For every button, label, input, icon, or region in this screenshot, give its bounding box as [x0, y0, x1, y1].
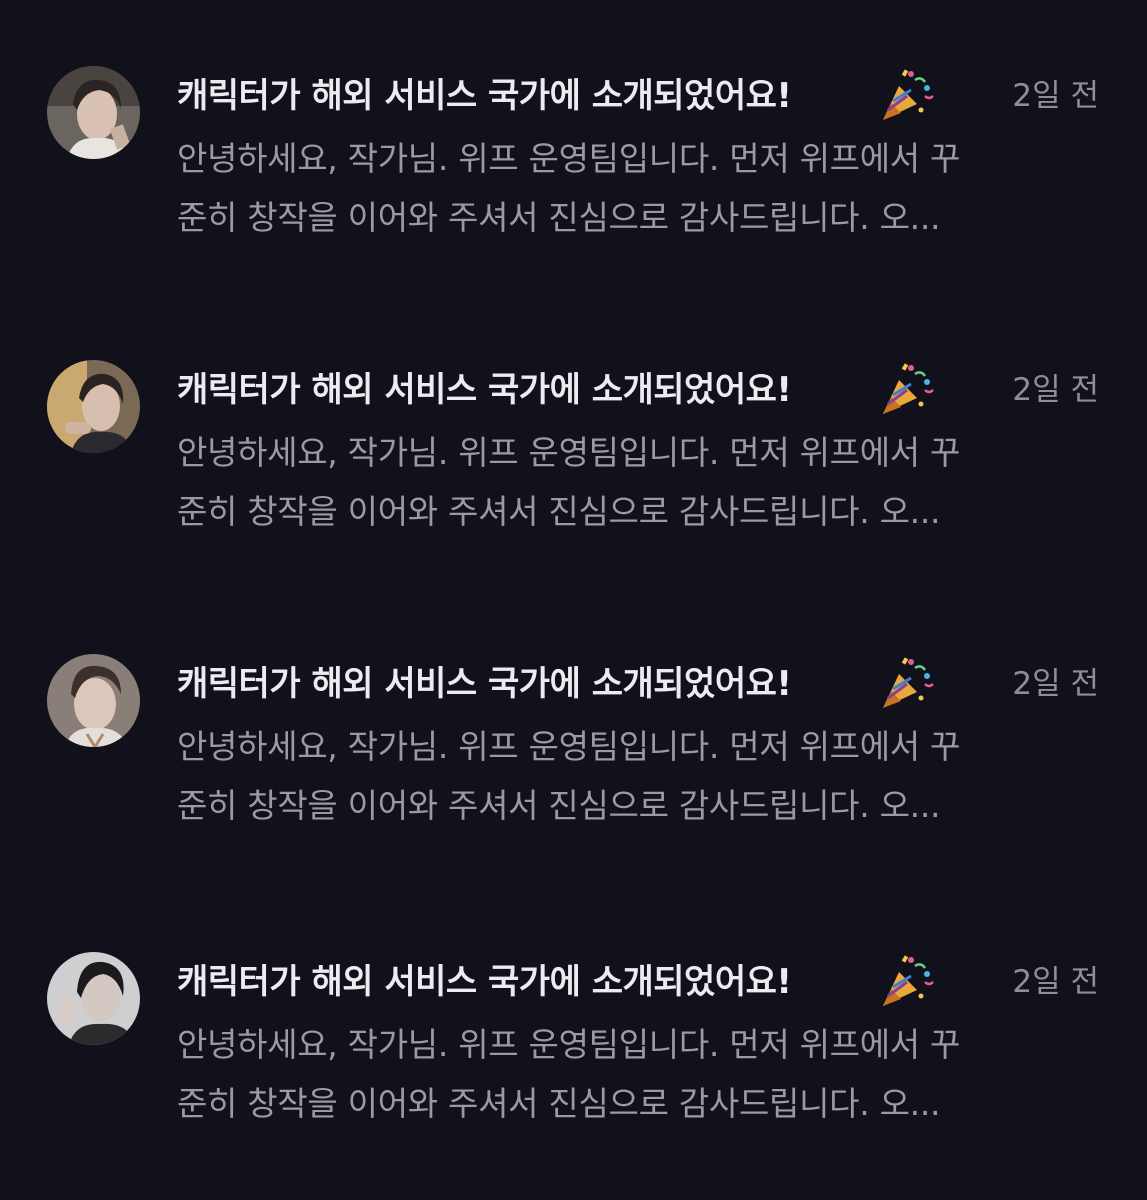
character-avatar-icon	[47, 654, 140, 747]
notification-preview: 안녕하세요, 작가님. 위프 운영팀입니다. 먼저 위프에서 꾸 준히 창작을 …	[177, 717, 1092, 835]
notification-item[interactable]: 캐릭터가 해외 서비스 국가에 소개되었어요! 2일 전 안녕하세요, 작가님.…	[0, 952, 1147, 1152]
avatar	[47, 66, 140, 159]
notification-preview: 안녕하세요, 작가님. 위프 운영팀입니다. 먼저 위프에서 꾸 준히 창작을 …	[177, 423, 1092, 541]
preview-line: 안녕하세요, 작가님. 위프 운영팀입니다. 먼저 위프에서 꾸	[177, 1025, 961, 1064]
notification-title: 캐릭터가 해외 서비스 국가에 소개되었어요!	[177, 370, 792, 410]
preview-line: 준히 창작을 이어와 주셔서 진심으로 감사드립니다. 오...	[177, 786, 941, 825]
timestamp: 2일 전	[1012, 666, 1099, 702]
avatar	[47, 360, 140, 453]
timestamp: 2일 전	[1012, 78, 1099, 114]
character-avatar-icon	[47, 66, 140, 159]
party-popper-icon	[877, 66, 935, 124]
preview-line: 안녕하세요, 작가님. 위프 운영팀입니다. 먼저 위프에서 꾸	[177, 727, 961, 766]
preview-line: 준히 창작을 이어와 주셔서 진심으로 감사드립니다. 오...	[177, 1084, 941, 1123]
preview-line: 준히 창작을 이어와 주셔서 진심으로 감사드립니다. 오...	[177, 198, 941, 237]
preview-line: 안녕하세요, 작가님. 위프 운영팀입니다. 먼저 위프에서 꾸	[177, 433, 961, 472]
preview-line: 준히 창작을 이어와 주셔서 진심으로 감사드립니다. 오...	[177, 492, 941, 531]
notification-preview: 안녕하세요, 작가님. 위프 운영팀입니다. 먼저 위프에서 꾸 준히 창작을 …	[177, 129, 1092, 247]
party-popper-icon	[877, 654, 935, 712]
notification-title: 캐릭터가 해외 서비스 국가에 소개되었어요!	[177, 962, 792, 1002]
timestamp: 2일 전	[1012, 964, 1099, 1000]
avatar	[47, 654, 140, 747]
party-popper-icon	[877, 952, 935, 1010]
notification-item[interactable]: 캐릭터가 해외 서비스 국가에 소개되었어요! 2일 전 안녕하세요, 작가님.…	[0, 66, 1147, 266]
notification-item[interactable]: 캐릭터가 해외 서비스 국가에 소개되었어요! 2일 전 안녕하세요, 작가님.…	[0, 360, 1147, 560]
character-avatar-icon	[47, 360, 140, 453]
notification-title: 캐릭터가 해외 서비스 국가에 소개되었어요!	[177, 76, 792, 116]
notification-item[interactable]: 캐릭터가 해외 서비스 국가에 소개되었어요! 2일 전 안녕하세요, 작가님.…	[0, 654, 1147, 854]
notification-preview: 안녕하세요, 작가님. 위프 운영팀입니다. 먼저 위프에서 꾸 준히 창작을 …	[177, 1015, 1092, 1133]
character-avatar-icon	[47, 952, 140, 1045]
preview-line: 안녕하세요, 작가님. 위프 운영팀입니다. 먼저 위프에서 꾸	[177, 139, 961, 178]
notification-title: 캐릭터가 해외 서비스 국가에 소개되었어요!	[177, 664, 792, 704]
party-popper-icon	[877, 360, 935, 418]
avatar	[47, 952, 140, 1045]
timestamp: 2일 전	[1012, 372, 1099, 408]
